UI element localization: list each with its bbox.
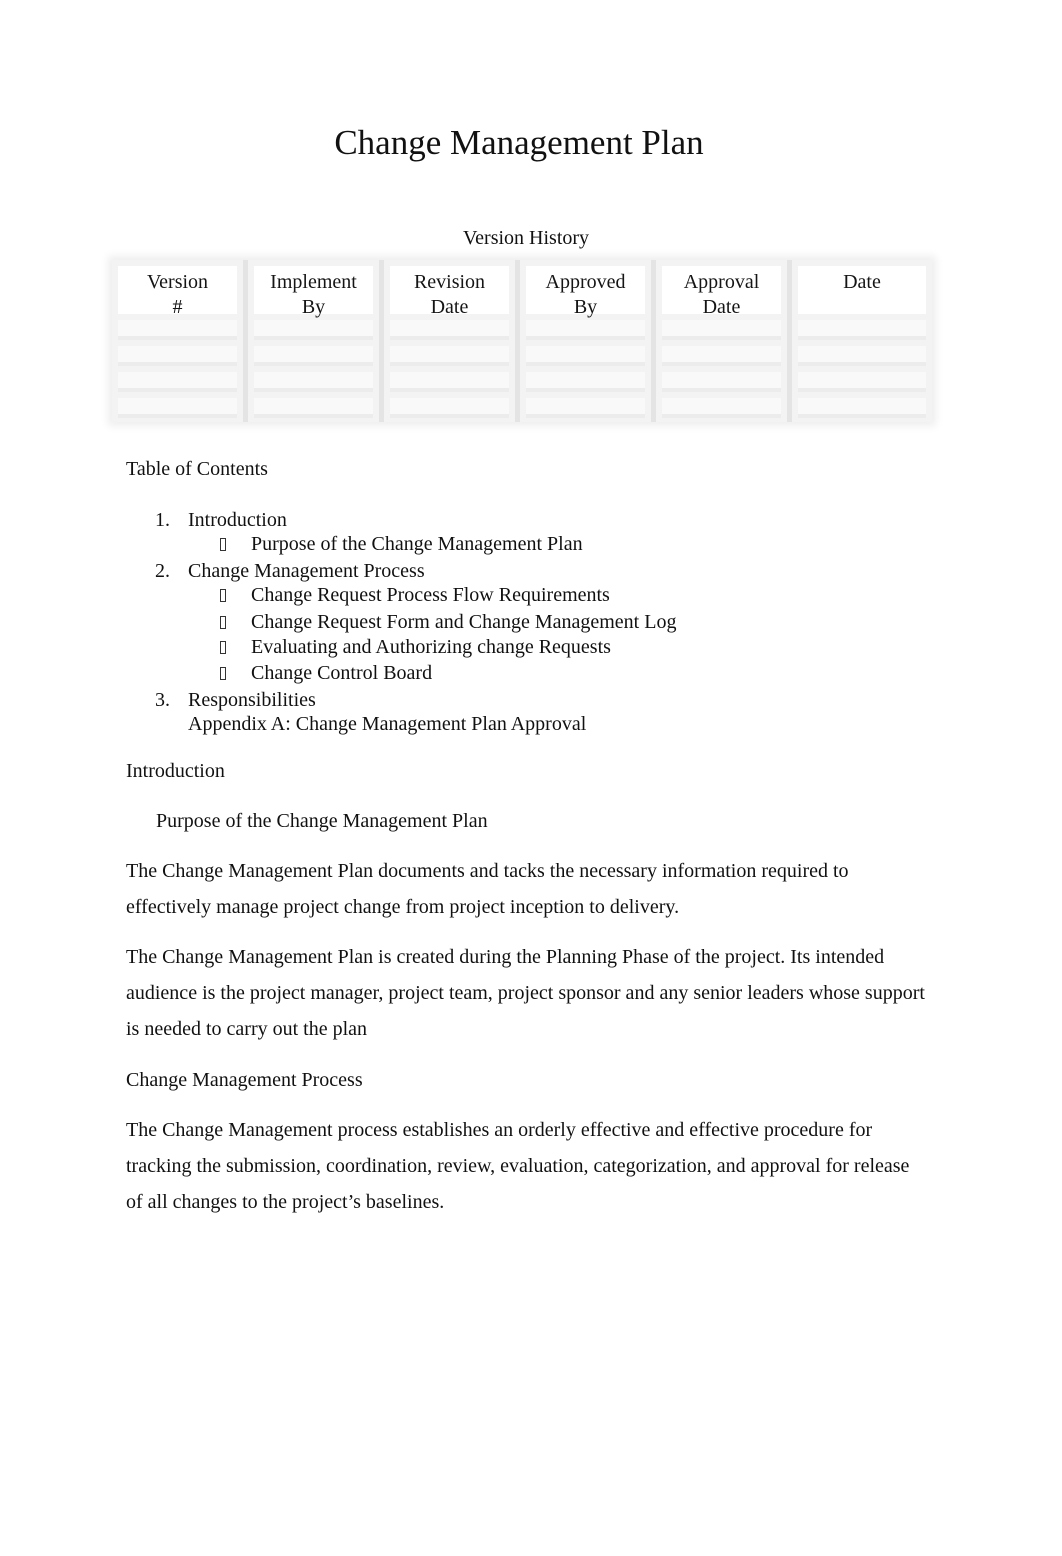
missing-glyph-bullet-icon	[220, 641, 226, 654]
table-cell	[662, 398, 781, 418]
header-line: Date	[430, 296, 469, 318]
column-header: Date	[798, 266, 926, 314]
missing-glyph-bullet-icon	[220, 667, 226, 680]
missing-glyph-bullet-icon	[220, 538, 226, 551]
toc-number: 1.	[155, 509, 170, 531]
table-cell	[390, 398, 509, 418]
toc-subitem-label: Change Control Board	[251, 662, 433, 684]
table-cell	[662, 372, 781, 392]
toc-number: 3.	[155, 689, 170, 711]
table-cell	[390, 346, 509, 366]
table-cell	[390, 372, 509, 392]
table-cell	[798, 346, 926, 366]
table-cell	[798, 398, 926, 418]
toc-number: 2.	[155, 560, 170, 582]
missing-glyph-bullet-icon	[220, 616, 226, 629]
table-cell	[254, 346, 373, 366]
header-line: Date	[702, 296, 741, 318]
paragraph-purpose-2: The Change Management Plan is created du…	[126, 946, 925, 1040]
table-cell	[526, 398, 645, 418]
column-revision-date: Revision Date	[384, 260, 520, 422]
toc-subitem-label: Change Request Form and Change Managemen…	[251, 611, 677, 633]
table-cell	[798, 320, 926, 340]
toc-label: Change Management Process	[188, 560, 425, 582]
column-implement-by: Implement By	[248, 260, 384, 422]
table-cell	[118, 320, 237, 340]
version-history-title: Version History	[462, 227, 590, 249]
header-line: #	[172, 296, 183, 318]
column-approved-by: Approved By	[520, 260, 656, 422]
toc-label: Introduction	[188, 509, 287, 531]
toc-subitem-label: Evaluating and Authorizing change Reques…	[251, 636, 611, 658]
table-cell	[118, 398, 237, 418]
column-date: Date	[792, 260, 932, 422]
toc-appendix-label: Appendix A: Change Management Plan Appro…	[188, 713, 587, 735]
header-line: Approval	[683, 271, 760, 293]
column-approval-date: Approval Date	[656, 260, 792, 422]
table-cell	[526, 372, 645, 392]
toc-label: Responsibilities	[188, 689, 316, 711]
column-header: Version #	[118, 266, 237, 318]
paragraph-purpose-1: The Change Management Plan documents and…	[126, 860, 849, 918]
table-cell	[798, 372, 926, 392]
header-line: Approved	[545, 271, 626, 293]
header-line: Implement	[270, 271, 357, 293]
table-cell	[662, 320, 781, 340]
toc-subitem-label: Purpose of the Change Management Plan	[251, 533, 583, 555]
table-cell	[662, 346, 781, 366]
table-cell	[254, 320, 373, 340]
header-line: By	[301, 296, 326, 318]
table-cell	[254, 398, 373, 418]
toc-subitem-label: Change Request Process Flow Requirements	[251, 584, 610, 606]
column-header: Revision Date	[390, 266, 509, 318]
column-header: Approval Date	[662, 266, 781, 318]
header-line: By	[573, 296, 598, 318]
table-cell	[254, 372, 373, 392]
header-line: Revision	[413, 271, 486, 293]
table-cell	[118, 346, 237, 366]
document-title: Change Management Plan	[334, 123, 704, 162]
section-heading-process: Change Management Process	[126, 1069, 363, 1091]
table-cell	[526, 320, 645, 340]
subsection-heading-purpose: Purpose of the Change Management Plan	[156, 810, 488, 832]
header-line: Version	[146, 271, 209, 293]
column-version: Version #	[112, 260, 248, 422]
table-cell	[526, 346, 645, 366]
version-history-table: Version # Implement By Revision Date App…	[112, 260, 932, 422]
section-heading-introduction: Introduction	[126, 760, 225, 782]
column-header: Approved By	[526, 266, 645, 318]
table-cell	[118, 372, 237, 392]
missing-glyph-bullet-icon	[220, 589, 226, 602]
paragraph-process-1: The Change Management process establishe…	[126, 1119, 910, 1213]
toc-title: Table of Contents	[126, 458, 268, 480]
table-cell	[390, 320, 509, 340]
header-line: Date	[843, 271, 881, 293]
column-header: Implement By	[254, 266, 373, 318]
